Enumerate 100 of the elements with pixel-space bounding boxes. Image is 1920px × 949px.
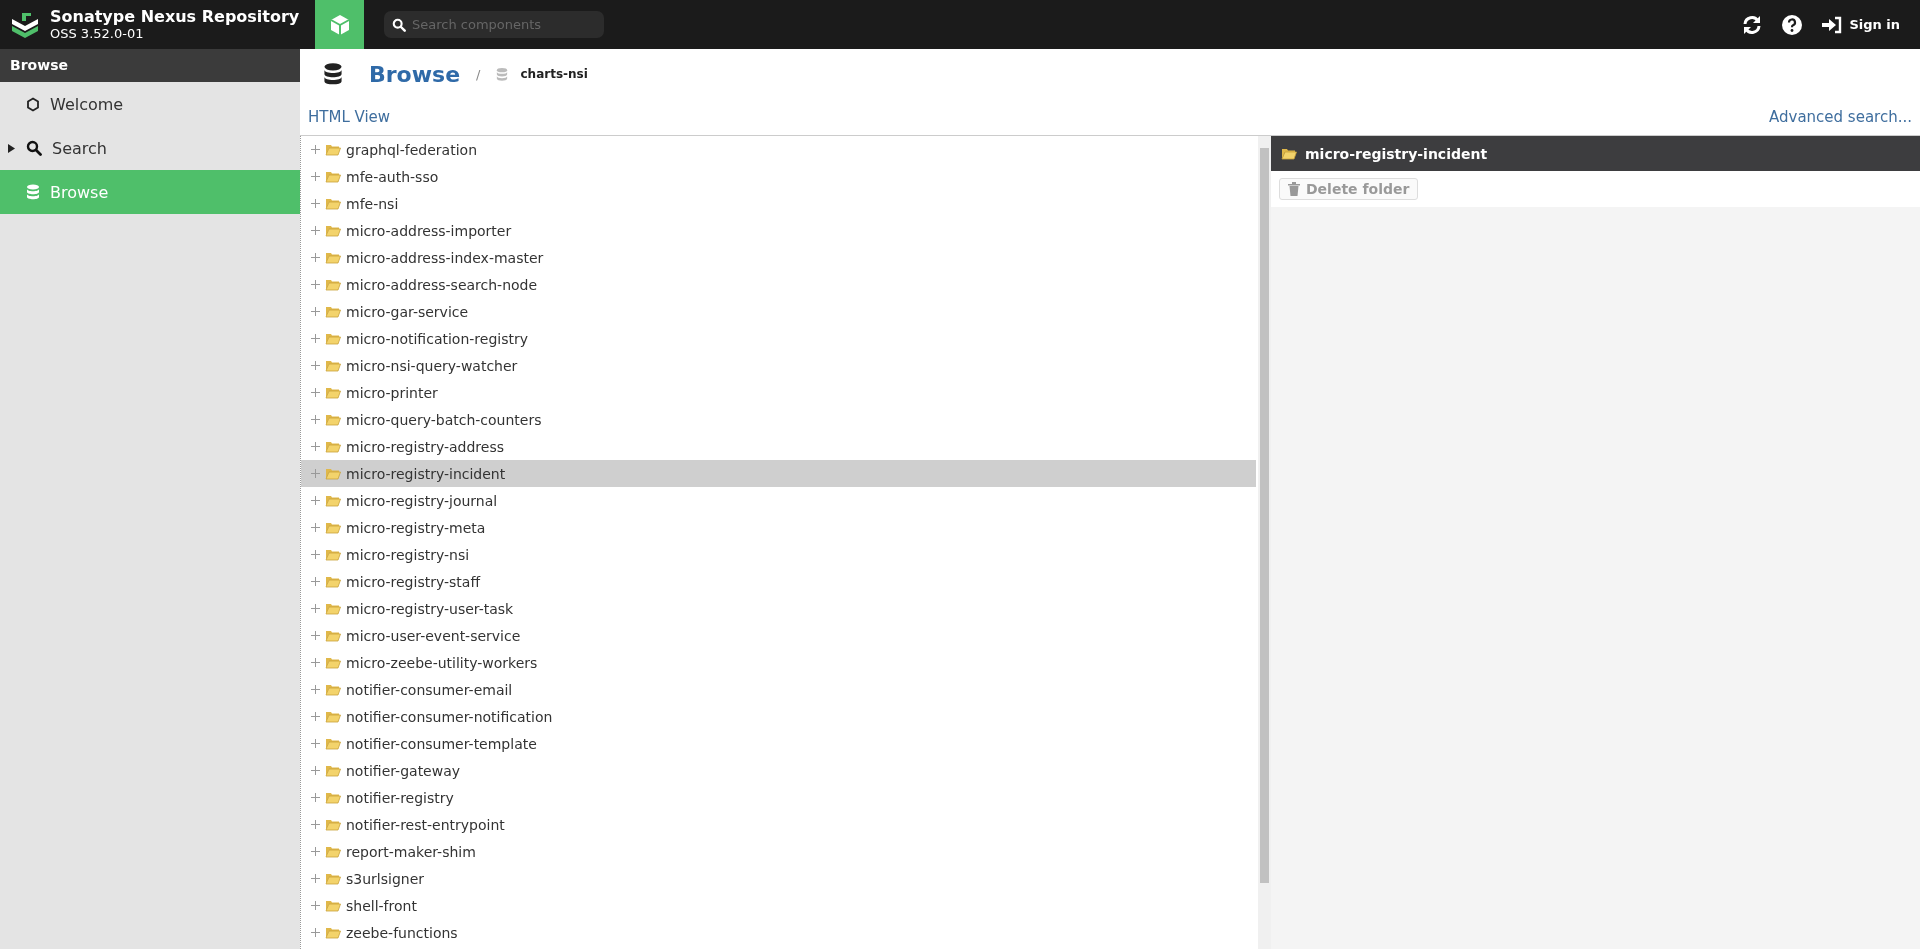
tree-item[interactable]: report-maker-shim <box>301 838 1256 865</box>
folder-icon <box>325 332 341 345</box>
folder-icon <box>325 386 341 399</box>
folder-icon <box>325 602 341 615</box>
expand-icon[interactable] <box>311 685 320 694</box>
scrollbar[interactable] <box>1258 136 1271 949</box>
expand-icon[interactable] <box>311 928 320 937</box>
folder-icon <box>325 413 341 426</box>
folder-icon <box>325 251 341 264</box>
tree-item[interactable]: notifier-consumer-notification <box>301 703 1256 730</box>
expand-icon[interactable] <box>311 631 320 640</box>
tree-item[interactable]: micro-registry-meta <box>301 514 1256 541</box>
folder-icon <box>325 629 341 642</box>
expand-icon[interactable] <box>311 658 320 667</box>
expand-icon[interactable] <box>311 901 320 910</box>
expand-icon[interactable] <box>311 577 320 586</box>
expand-icon[interactable] <box>311 145 320 154</box>
sidebar-item[interactable]: Search <box>0 126 300 170</box>
tree-item[interactable]: graphql-federation <box>301 136 1256 163</box>
tree-item[interactable]: micro-query-batch-counters <box>301 406 1256 433</box>
breadcrumb-title[interactable]: Browse <box>369 61 461 87</box>
tree-item[interactable]: micro-gar-service <box>301 298 1256 325</box>
expand-icon[interactable] <box>311 334 320 343</box>
folder-icon <box>325 359 341 372</box>
folder-icon <box>325 791 341 804</box>
folder-icon <box>325 899 341 912</box>
tree-item[interactable]: micro-address-importer <box>301 217 1256 244</box>
expand-icon[interactable] <box>311 442 320 451</box>
caret-right-icon[interactable] <box>8 143 15 153</box>
expand-icon[interactable] <box>311 793 320 802</box>
html-view-link[interactable]: HTML View <box>308 108 391 126</box>
folder-icon <box>325 683 341 696</box>
database-icon <box>496 66 509 82</box>
breadcrumb-separator: / <box>476 66 481 82</box>
sign-in-button[interactable]: Sign in <box>1821 15 1900 34</box>
expand-icon[interactable] <box>311 253 320 262</box>
expand-icon[interactable] <box>311 874 320 883</box>
tree-item[interactable]: micro-user-event-service <box>301 622 1256 649</box>
search-field[interactable]: Search components <box>384 11 604 38</box>
app-title: Sonatype Nexus Repository <box>50 8 300 26</box>
folder-icon <box>325 872 341 885</box>
tree-item[interactable]: micro-zeebe-utility-workers <box>301 649 1256 676</box>
sign-in-icon <box>1821 15 1844 34</box>
tree-item[interactable]: micro-registry-address <box>301 433 1256 460</box>
folder-icon <box>325 575 341 588</box>
expand-icon[interactable] <box>311 604 320 613</box>
expand-icon[interactable] <box>311 739 320 748</box>
expand-icon[interactable] <box>311 415 320 424</box>
expand-icon[interactable] <box>311 199 320 208</box>
tree-item[interactable]: micro-nsi-query-watcher <box>301 352 1256 379</box>
tree-item[interactable]: micro-registry-user-task <box>301 595 1256 622</box>
expand-icon[interactable] <box>311 820 320 829</box>
tree-item[interactable]: notifier-gateway <box>301 757 1256 784</box>
tree-item[interactable]: notifier-consumer-template <box>301 730 1256 757</box>
folder-icon <box>325 467 341 480</box>
help-icon[interactable] <box>1781 13 1804 36</box>
expand-icon[interactable] <box>311 469 320 478</box>
tree-item[interactable]: micro-notification-registry <box>301 325 1256 352</box>
folder-icon <box>325 521 341 534</box>
expand-icon[interactable] <box>311 712 320 721</box>
tree-item[interactable]: micro-printer <box>301 379 1256 406</box>
advanced-search-link[interactable]: Advanced search... <box>1769 108 1912 126</box>
folder-icon <box>325 737 341 750</box>
expand-icon[interactable] <box>311 172 320 181</box>
folder-icon <box>325 494 341 507</box>
expand-icon[interactable] <box>311 550 320 559</box>
tree-item[interactable]: micro-address-search-node <box>301 271 1256 298</box>
expand-icon[interactable] <box>311 766 320 775</box>
tree-item[interactable]: notifier-rest-entrypoint <box>301 811 1256 838</box>
folder-icon <box>325 818 341 831</box>
expand-icon[interactable] <box>311 280 320 289</box>
expand-icon[interactable] <box>311 523 320 532</box>
sidebar-item[interactable]: Welcome <box>0 82 300 126</box>
browse-mode-button[interactable] <box>315 0 364 49</box>
tree-item[interactable]: micro-address-index-master <box>301 244 1256 271</box>
folder-icon <box>325 143 341 156</box>
tree-item[interactable]: shell-front <box>301 892 1256 919</box>
tree-item[interactable]: zeebe-functions <box>301 919 1256 946</box>
tree-item[interactable]: mfe-auth-sso <box>301 163 1256 190</box>
tree-item[interactable]: micro-registry-staff <box>301 568 1256 595</box>
expand-icon[interactable] <box>311 226 320 235</box>
expand-icon[interactable] <box>311 496 320 505</box>
tree-item[interactable]: notifier-registry <box>301 784 1256 811</box>
tree-item[interactable]: micro-registry-nsi <box>301 541 1256 568</box>
folder-icon <box>325 926 341 939</box>
tree-item[interactable]: micro-registry-journal <box>301 487 1256 514</box>
trash-icon <box>1288 182 1300 196</box>
folder-icon <box>325 170 341 183</box>
sidebar-title: Browse <box>0 49 300 82</box>
tree-item[interactable]: micro-registry-incident <box>301 460 1256 487</box>
expand-icon[interactable] <box>311 388 320 397</box>
folder-icon <box>325 440 341 453</box>
expand-icon[interactable] <box>311 307 320 316</box>
tree-item[interactable]: notifier-consumer-email <box>301 676 1256 703</box>
tree-item[interactable]: mfe-nsi <box>301 190 1256 217</box>
folder-icon <box>1281 147 1297 160</box>
breadcrumb-repository: charts-nsi <box>520 67 588 81</box>
tree-item[interactable]: s3urlsigner <box>301 865 1256 892</box>
expand-icon[interactable] <box>311 847 320 856</box>
expand-icon[interactable] <box>311 361 320 370</box>
